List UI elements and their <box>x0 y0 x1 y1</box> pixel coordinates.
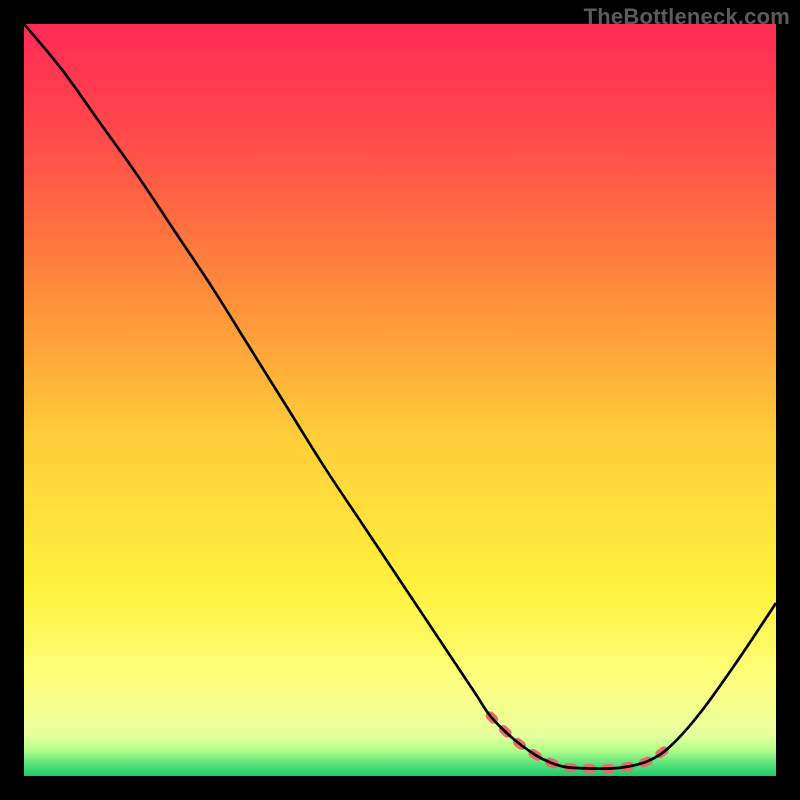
plot-area <box>24 24 776 776</box>
gradient-rect <box>24 24 776 776</box>
bottleneck-plot-svg <box>24 24 776 776</box>
chart-frame: TheBottleneck.com <box>0 0 800 800</box>
watermark-text: TheBottleneck.com <box>584 4 790 30</box>
